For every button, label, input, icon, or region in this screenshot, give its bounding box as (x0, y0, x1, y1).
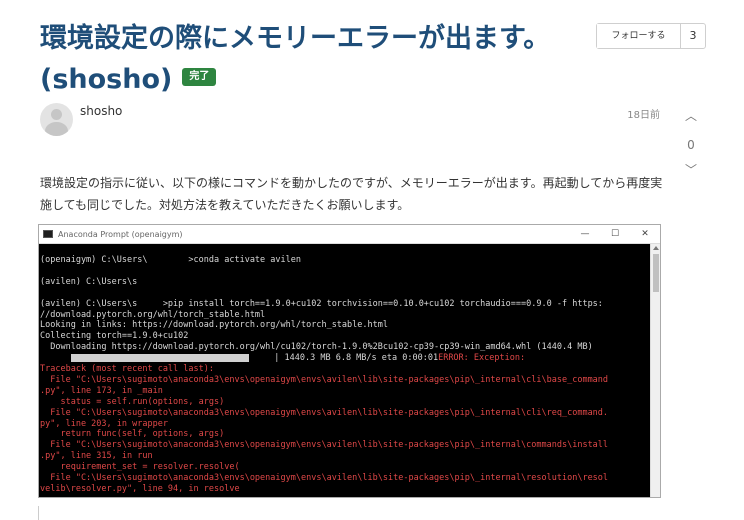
terminal-scrollbar (650, 244, 660, 497)
terminal-output: (openaigym) C:\Users\ >conda activate av… (39, 244, 650, 497)
follow-count: 3 (689, 29, 697, 42)
terminal-line: //download.pytorch.org/whl/torch_stable.… (40, 309, 266, 320)
vote-controls: ︿ 0 ﹀ (680, 108, 702, 178)
post-timestamp[interactable]: 18日前 (600, 106, 660, 121)
terminal-line: .py", line 315, in run (40, 451, 153, 462)
terminal-line: | 1440.3 MB 6.8 MB/s eta 0:00:01ERROR: E… (40, 353, 650, 364)
divider (38, 506, 39, 520)
terminal-line: (avilen) C:\Users\s (40, 276, 138, 287)
progress-text: | 1440.3 MB 6.8 MB/s eta 0:00:01 (248, 353, 439, 364)
terminal-screenshot: Anaconda Prompt (openaigym) — ☐ ✕ (opena… (38, 224, 661, 498)
vote-count: 0 (687, 138, 695, 152)
terminal-titlebar: Anaconda Prompt (openaigym) — ☐ ✕ (39, 225, 660, 244)
close-icon: ✕ (641, 229, 649, 239)
error-label: ERROR: Exception: (438, 353, 526, 364)
maximize-icon: ☐ (610, 229, 620, 239)
author-name[interactable]: shosho (80, 104, 122, 118)
terminal-line: return func(self, options, args) (40, 429, 225, 440)
terminal-title: Anaconda Prompt (openaigym) (58, 229, 183, 239)
avatar[interactable] (40, 103, 73, 136)
terminal-line: File "C:\Users\sugimoto\anaconda3\envs\o… (40, 440, 609, 451)
minimize-icon: — (580, 229, 590, 239)
question-body: 環境設定の指示に従い、以下の様にコマンドを動かしたのですが、メモリーエラーが出ま… (40, 176, 663, 212)
terminal-line: Traceback (most recent call last): (40, 364, 214, 375)
question-title: 環境設定の際にメモリーエラーが出ます。(shosho) 完了 (40, 18, 560, 100)
terminal-line: requirement_set = resolver.resolve( (40, 462, 240, 473)
terminal-line: File "C:\Users\sugimoto\anaconda3\envs\o… (40, 473, 609, 484)
terminal-line: File "C:\Users\sugimoto\anaconda3\envs\o… (40, 407, 609, 418)
status-badge: 完了 (182, 67, 217, 86)
download-progress-bar (70, 353, 249, 362)
avatar-head-shape (51, 109, 62, 120)
terminal-line: (openaigym) C:\Users\ >conda activate av… (40, 255, 301, 265)
terminal-line: py", line 203, in wrapper (40, 418, 168, 429)
scroll-thumb (653, 254, 659, 292)
terminal-line: File "C:\Users\sugimoto\anaconda3\envs\o… (40, 374, 609, 385)
terminal-line: .py", line 173, in _main (40, 385, 163, 396)
follow-button[interactable]: フォローする (597, 24, 681, 48)
avatar-body-shape (45, 122, 68, 136)
terminal-line: status = self.run(options, args) (40, 396, 225, 407)
terminal-line: Downloading https://download.pytorch.org… (40, 342, 593, 353)
upvote-chevron-up-icon[interactable]: ︿ (680, 108, 702, 124)
question-title-text: 環境設定の際にメモリーエラーが出ます。(shosho) (40, 23, 551, 95)
terminal-line: (avilen) C:\Users\s >pip install torch==… (40, 298, 603, 309)
terminal-line: Collecting torch==1.9.0+cu102 (40, 331, 189, 342)
scroll-up-arrow-icon (653, 246, 659, 250)
terminal-line: Looking in links: https://download.pytor… (40, 320, 388, 331)
terminal-line: velib\resolver.py", line 94, in resolve (40, 484, 240, 494)
downvote-chevron-down-icon[interactable]: ﹀ (680, 162, 702, 178)
follow-widget: フォローする 3 (596, 23, 706, 49)
terminal-app-icon (43, 230, 53, 238)
